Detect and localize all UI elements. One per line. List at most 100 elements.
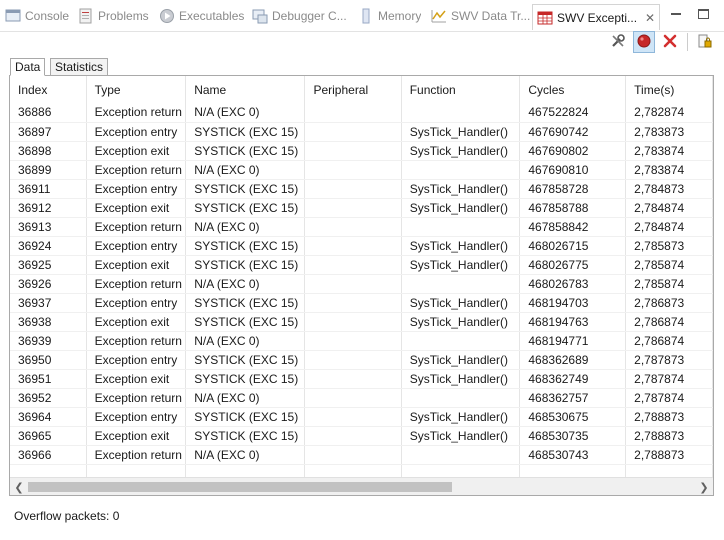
cell-index: 36964	[10, 407, 87, 427]
cell-peripheral	[304, 255, 402, 275]
table-row[interactable]: 36886 Exception return N/A (EXC 0) 46752282…	[10, 103, 713, 123]
cell-type: Exception exit	[86, 369, 187, 389]
table-row[interactable]: 36913 Exception return N/A (EXC 0) 46785884…	[10, 217, 713, 237]
table-row[interactable]: 36950 Exception entry SYSTICK (EXC 15) SysT…	[10, 350, 713, 370]
table-row[interactable]: 36966 Exception return N/A (EXC 0) 46853074…	[10, 445, 713, 465]
cell-type: Exception exit	[86, 141, 187, 161]
table-row[interactable]: 36951 Exception exit SYSTICK (EXC 15) SysTi…	[10, 369, 713, 389]
tab-data[interactable]: Data	[10, 58, 46, 76]
cell-name: SYSTICK (EXC 15)	[185, 179, 306, 199]
cell-type: Exception return	[86, 103, 187, 123]
column-header-type[interactable]: Type	[86, 76, 187, 103]
table-row[interactable]: 36952 Exception return N/A (EXC 0) 46836275…	[10, 388, 713, 408]
cell-name: SYSTICK (EXC 15)	[185, 141, 306, 161]
tab-executables[interactable]: Executables	[159, 5, 244, 27]
cell-peripheral	[304, 293, 402, 313]
cell-index: 36950	[10, 350, 87, 370]
cell-empty	[519, 464, 627, 477]
cell-cycles: 467522824	[519, 103, 627, 123]
cell-type: Exception return	[86, 217, 187, 237]
table-row[interactable]: 36899 Exception return N/A (EXC 0) 46769081…	[10, 160, 713, 180]
cell-function	[401, 160, 521, 180]
cell-cycles: 468026775	[519, 255, 627, 275]
problems-icon	[78, 8, 94, 24]
table-row[interactable]: 36926 Exception return N/A (EXC 0) 46802678…	[10, 274, 713, 294]
table-row[interactable]: 36897 Exception entry SYSTICK (EXC 15) SysT…	[10, 122, 713, 142]
cell-cycles: 468362757	[519, 388, 627, 408]
column-header-time[interactable]: Time(s)	[625, 76, 713, 103]
table-row[interactable]: 36898 Exception exit SYSTICK (EXC 15) SysTi…	[10, 141, 713, 161]
cell-peripheral	[304, 426, 402, 446]
swv-data-trace-icon	[431, 8, 447, 24]
horizontal-scrollbar[interactable]: ❮ ❯	[10, 477, 713, 495]
close-icon[interactable]: ✕	[645, 11, 655, 25]
tab-problems[interactable]: Problems	[78, 5, 149, 27]
cell-function	[401, 103, 521, 123]
tab-swv-data-trace[interactable]: SWV Data Tr...	[431, 5, 530, 27]
record-icon	[636, 33, 652, 52]
cell-index: 36911	[10, 179, 87, 199]
debugger-console-icon	[252, 8, 268, 24]
scrollbar-thumb[interactable]	[28, 482, 452, 492]
tab-swv-exception-trace[interactable]: SWV Excepti... ✕	[532, 4, 661, 30]
tab-label: SWV Excepti...	[557, 10, 638, 25]
cell-function: SysTick_Handler()	[401, 426, 521, 446]
cell-peripheral	[304, 198, 402, 218]
table-row[interactable]: 36924 Exception entry SYSTICK (EXC 15) SysT…	[10, 236, 713, 256]
tab-console[interactable]: Console	[5, 5, 69, 27]
cell-peripheral	[304, 236, 402, 256]
minimize-icon[interactable]	[669, 7, 683, 21]
cell-name: N/A (EXC 0)	[185, 274, 306, 294]
cell-cycles: 468026715	[519, 236, 627, 256]
tab-memory[interactable]: Memory	[358, 5, 421, 27]
clear-icon	[662, 33, 678, 52]
column-header-peripheral[interactable]: Peripheral	[304, 76, 402, 103]
table-row[interactable]: 36911 Exception entry SYSTICK (EXC 15) SysT…	[10, 179, 713, 199]
cell-function: SysTick_Handler()	[401, 350, 521, 370]
overflow-packets-label: Overflow packets: 0	[14, 509, 120, 523]
table-row[interactable]: 36964 Exception entry SYSTICK (EXC 15) SysT…	[10, 407, 713, 427]
configure-trace-icon	[610, 33, 626, 52]
cell-index: 36951	[10, 369, 87, 389]
cell-cycles: 468362689	[519, 350, 627, 370]
cell-peripheral	[304, 217, 402, 237]
tab-debugger-console[interactable]: Debugger C...	[252, 5, 347, 27]
configure-trace-button[interactable]	[607, 31, 629, 53]
maximize-icon[interactable]	[698, 9, 709, 19]
cell-time: 2,785874	[625, 274, 713, 294]
cell-time: 2,787874	[625, 369, 713, 389]
cell-time: 2,784873	[625, 179, 713, 199]
cell-type: Exception entry	[86, 293, 187, 313]
cell-index: 36966	[10, 445, 87, 465]
cell-cycles: 467690742	[519, 122, 627, 142]
scroll-left-icon[interactable]: ❮	[10, 478, 28, 495]
column-header-cycles[interactable]: Cycles	[519, 76, 627, 103]
clear-trace-button[interactable]	[659, 31, 681, 53]
cell-index: 36965	[10, 426, 87, 446]
cell-function	[401, 274, 521, 294]
table-row[interactable]: 36939 Exception return N/A (EXC 0) 46819477…	[10, 331, 713, 351]
cell-function: SysTick_Handler()	[401, 407, 521, 427]
table-row[interactable]: 36912 Exception exit SYSTICK (EXC 15) SysTi…	[10, 198, 713, 218]
column-header-function[interactable]: Function	[401, 76, 521, 103]
table-row[interactable]: 36937 Exception entry SYSTICK (EXC 15) SysT…	[10, 293, 713, 313]
table-row[interactable]: 36925 Exception exit SYSTICK (EXC 15) SysTi…	[10, 255, 713, 275]
exception-trace-table[interactable]: Index Type Name Peripheral Function Cycl…	[10, 76, 713, 477]
start-trace-button[interactable]	[633, 31, 655, 53]
cell-cycles: 467858788	[519, 198, 627, 218]
scroll-lock-button[interactable]	[694, 31, 716, 53]
cell-name: SYSTICK (EXC 15)	[185, 122, 306, 142]
cell-index: 36938	[10, 312, 87, 332]
table-row[interactable]: 36938 Exception exit SYSTICK (EXC 15) SysTi…	[10, 312, 713, 332]
cell-time: 2,786873	[625, 293, 713, 313]
view-toolbar	[607, 31, 716, 53]
cell-function: SysTick_Handler()	[401, 141, 521, 161]
table-row[interactable]: 36965 Exception exit SYSTICK (EXC 15) SysTi…	[10, 426, 713, 446]
scroll-right-icon[interactable]: ❯	[695, 478, 713, 495]
column-header-index[interactable]: Index	[10, 76, 87, 103]
cell-function: SysTick_Handler()	[401, 369, 521, 389]
cell-name: N/A (EXC 0)	[185, 103, 306, 123]
cell-name: SYSTICK (EXC 15)	[185, 255, 306, 275]
column-header-name[interactable]: Name	[185, 76, 306, 103]
tab-statistics[interactable]: Statistics	[50, 58, 109, 76]
